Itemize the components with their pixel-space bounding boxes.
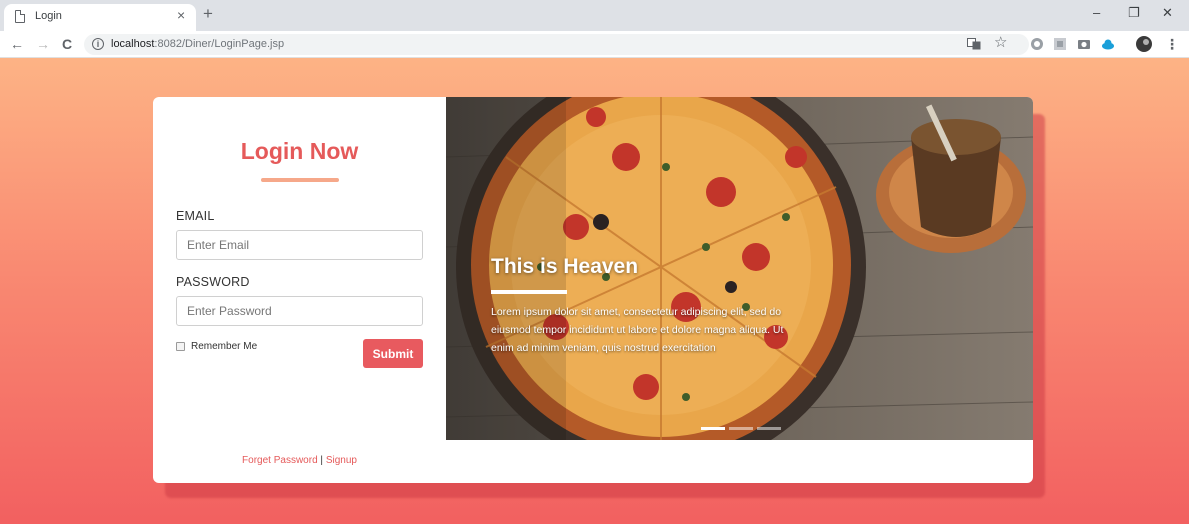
profile-avatar-icon[interactable] bbox=[1136, 36, 1152, 52]
extension-circle-icon[interactable] bbox=[1030, 37, 1044, 51]
footer-links: Forget Password | Signup bbox=[153, 455, 446, 466]
remember-me-checkbox[interactable] bbox=[176, 342, 185, 351]
forward-button[interactable]: → bbox=[36, 36, 50, 52]
login-title: Login Now bbox=[240, 138, 359, 164]
carousel-indicator[interactable] bbox=[701, 427, 725, 430]
signup-link[interactable]: Signup bbox=[326, 455, 357, 466]
restore-button[interactable]: ❐ bbox=[1128, 6, 1140, 20]
cloud-icon[interactable] bbox=[1101, 37, 1115, 51]
translate-icon[interactable] bbox=[967, 37, 981, 51]
tab-close-icon[interactable]: × bbox=[177, 8, 185, 22]
new-tab-button[interactable]: + bbox=[203, 5, 213, 22]
password-input[interactable] bbox=[176, 296, 423, 326]
url-text: localhost:8082/Diner/LoginPage.jsp bbox=[111, 38, 285, 50]
extension-doc-icon[interactable] bbox=[1053, 37, 1067, 51]
back-button[interactable]: ← bbox=[10, 36, 24, 52]
title-underline bbox=[261, 178, 339, 182]
browser-tab[interactable]: Login × bbox=[4, 4, 196, 31]
submit-button[interactable]: Submit bbox=[363, 339, 423, 368]
carousel-indicators bbox=[701, 417, 785, 435]
page-icon bbox=[15, 10, 25, 23]
tab-title: Login bbox=[35, 10, 62, 22]
email-label: EMAIL bbox=[176, 209, 215, 223]
hero-text: Lorem ipsum dolor sit amet, consectetur … bbox=[491, 306, 784, 354]
address-bar[interactable]: i localhost:8082/Diner/LoginPage.jsp bbox=[84, 34, 1029, 55]
carousel-indicator[interactable] bbox=[729, 427, 753, 430]
hero-image: This is Heaven Lorem ipsum dolor sit ame… bbox=[446, 97, 1033, 440]
link-separator: | bbox=[320, 455, 324, 466]
reload-button[interactable]: C bbox=[62, 36, 72, 52]
browser-tabstrip: Login × + – ❐ ✕ bbox=[0, 0, 1189, 31]
hero-caption: This is Heaven Lorem ipsum dolor sit ame… bbox=[491, 255, 801, 357]
remember-me-label: Remember Me bbox=[191, 341, 258, 352]
hero-title: This is Heaven bbox=[491, 255, 639, 278]
password-label: PASSWORD bbox=[176, 275, 250, 289]
camera-icon[interactable] bbox=[1077, 37, 1091, 51]
email-input[interactable] bbox=[176, 230, 423, 260]
hero-rule bbox=[491, 290, 567, 294]
browser-menu-icon[interactable]: ⋮ bbox=[1165, 36, 1179, 52]
bookmark-star-icon[interactable]: ☆ bbox=[994, 35, 1008, 51]
browser-toolbar: ← → C i localhost:8082/Diner/LoginPage.j… bbox=[0, 31, 1189, 58]
forget-password-link[interactable]: Forget Password bbox=[242, 455, 318, 466]
close-window-button[interactable]: ✕ bbox=[1162, 6, 1173, 20]
login-card: Login Now EMAIL PASSWORD Remember Me Sub… bbox=[153, 97, 1033, 483]
carousel-indicator[interactable] bbox=[757, 427, 781, 430]
minimize-button[interactable]: – bbox=[1093, 6, 1100, 20]
info-icon[interactable]: i bbox=[92, 38, 104, 50]
page-background: Login Now EMAIL PASSWORD Remember Me Sub… bbox=[0, 58, 1189, 524]
